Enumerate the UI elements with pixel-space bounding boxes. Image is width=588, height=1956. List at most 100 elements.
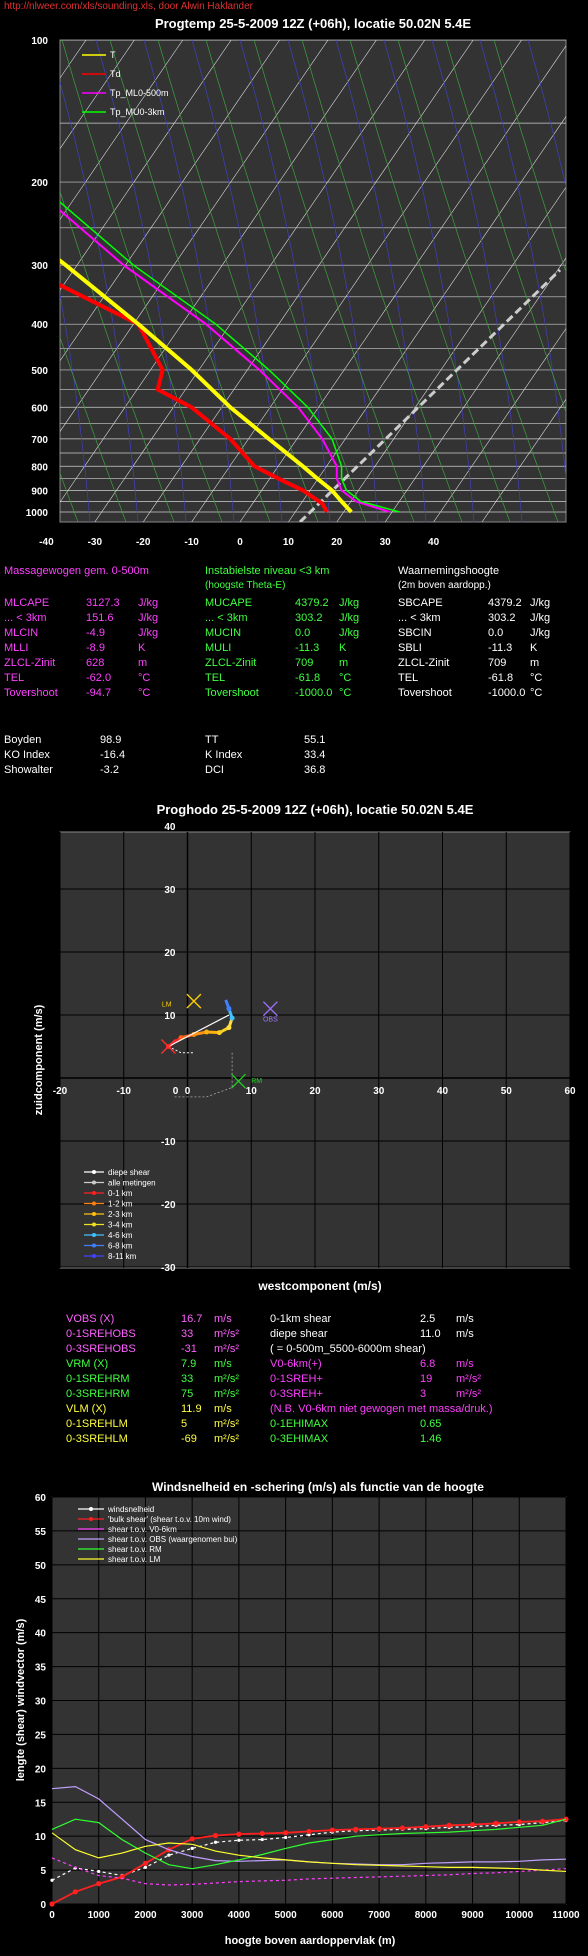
index-row: SBCAPE 4379.2 J/kg bbox=[398, 596, 588, 611]
index-cell: J/kg bbox=[339, 627, 360, 639]
index-cell: 709 bbox=[295, 657, 314, 669]
hodo-param-cell: m²/s² bbox=[214, 1328, 240, 1340]
hodo-param-cell: 19 bbox=[420, 1373, 433, 1385]
rm-label: RM bbox=[251, 1078, 262, 1085]
wind-series-point bbox=[353, 1826, 359, 1832]
hodo-param-cell: m²/s² bbox=[214, 1343, 240, 1355]
index-cell: °C bbox=[530, 687, 543, 699]
temp-tick: 0 bbox=[237, 537, 243, 548]
index-row: ZLCL-Zinit 709 m bbox=[205, 656, 395, 671]
index-cell: Tovershoot bbox=[398, 687, 452, 699]
index-cell: K Index bbox=[205, 749, 243, 761]
hodo-param-row: V0-6km(+) 6.8 m/s bbox=[270, 1357, 580, 1372]
hodo-param-cell: m²/s² bbox=[214, 1373, 240, 1385]
index-cell: TEL bbox=[398, 672, 419, 684]
misc-indices: Boyden 98.9 TT 55.1 KO Index -16.4 K Index 33.4… bbox=[4, 733, 404, 778]
wind-series-point bbox=[236, 1831, 242, 1837]
hodo-param-cell: 0-3SREHRM bbox=[66, 1388, 130, 1400]
wind-series-point bbox=[189, 1836, 195, 1842]
legend-label: Tp_ML0-500m bbox=[110, 88, 169, 98]
hodo-param-cell: m/s bbox=[214, 1358, 232, 1370]
pressure-tick: 700 bbox=[31, 435, 48, 446]
index-cell: -61.8 bbox=[488, 672, 514, 684]
index-cell: °C bbox=[138, 687, 151, 699]
hodo-param-row: diepe shear 11.0 m/s bbox=[270, 1327, 580, 1342]
index-row: ... < 3km 303.2 J/kg bbox=[205, 611, 395, 626]
wind-ytick: 25 bbox=[35, 1730, 47, 1741]
hodo-param-cell: ( = 0-500m_5500-6000m shear) bbox=[270, 1343, 426, 1355]
index-cell: 303.2 bbox=[295, 612, 323, 624]
hodo-xtick: 20 bbox=[309, 1086, 321, 1097]
index-row: ZLCL-Zinit 709 m bbox=[398, 656, 588, 671]
index-cell: 3127.3 bbox=[86, 597, 120, 609]
wind-series-point bbox=[142, 1860, 149, 1866]
wind-series-point bbox=[540, 1818, 546, 1824]
hodo-param-cell: m/s bbox=[456, 1328, 474, 1340]
wind-xtick: 6000 bbox=[321, 1910, 344, 1921]
index-row: MUCIN 0.0 J/kg bbox=[205, 626, 395, 641]
hodo-param-cell: 0-1km shear bbox=[270, 1313, 332, 1325]
index-cell: MLCIN bbox=[4, 627, 39, 639]
index-cell: ZLCL-Zinit bbox=[4, 657, 56, 669]
hodo-legend-label: 4-6 km bbox=[108, 1231, 133, 1240]
hodo-point bbox=[216, 1030, 222, 1036]
wind-series-point bbox=[50, 1878, 54, 1882]
wind-xlabel: hoogte boven aardoppervlak (m) bbox=[225, 1935, 396, 1947]
index-cell: MLCAPE bbox=[4, 597, 50, 609]
index-cell: -3.2 bbox=[100, 764, 119, 776]
hodo-legend-dot bbox=[92, 1233, 96, 1237]
pressure-tick: 600 bbox=[31, 403, 48, 414]
hodo-param-row: 0-3SREHOBS -31 m²/s² bbox=[66, 1342, 266, 1357]
index-cell: -11.3 bbox=[488, 642, 513, 654]
legend-label: Td bbox=[110, 69, 121, 79]
hodo-param-row: VRM (X) 7.9 m/s bbox=[66, 1357, 266, 1372]
wind-series-point bbox=[96, 1881, 102, 1887]
index-row: MLLI -8.9 K bbox=[4, 641, 194, 656]
hodo-param-cell: V0-6km(+) bbox=[270, 1358, 322, 1370]
sb-subheader: (2m boven aardopp.) bbox=[398, 580, 491, 591]
hodo-xtick: 0 bbox=[185, 1086, 191, 1097]
hodo-xtick: 30 bbox=[373, 1086, 385, 1097]
hodo-legend-dot bbox=[92, 1180, 96, 1185]
hodo-param-cell: 0-3SREHLM bbox=[66, 1433, 128, 1445]
index-row: SBCIN 0.0 J/kg bbox=[398, 626, 588, 641]
hodo-param-row: 0-3SREH+ 3 m²/s² bbox=[270, 1387, 580, 1402]
wind-xtick: 2000 bbox=[134, 1910, 157, 1921]
index-row: MUCAPE 4379.2 J/kg bbox=[205, 596, 395, 611]
index-row: Tovershoot -1000.0 °C bbox=[205, 686, 395, 701]
wind-xtick: 8000 bbox=[415, 1910, 438, 1921]
hodo-legend-label: alle metingen bbox=[108, 1179, 156, 1188]
wind-ytick: 15 bbox=[35, 1798, 47, 1809]
hodo-param-row: 0-3SREHRM 75 m²/s² bbox=[66, 1387, 266, 1402]
hodo-legend-dot bbox=[92, 1201, 96, 1206]
hodo-param-cell: diepe shear bbox=[270, 1328, 328, 1340]
hodo-param-cell: VOBS (X) bbox=[66, 1313, 115, 1325]
index-cell: 98.9 bbox=[100, 734, 122, 746]
wind-ytick: 10 bbox=[35, 1832, 47, 1843]
index-cell: 709 bbox=[488, 657, 507, 669]
hodo-legend-dot bbox=[92, 1222, 96, 1227]
index-cell: J/kg bbox=[530, 597, 551, 609]
wind-series-point bbox=[283, 1830, 289, 1836]
hodo-param-cell: (N.B. V0-6km niet gewogen met massa/druk… bbox=[270, 1403, 493, 1415]
index-cell: °C bbox=[530, 672, 543, 684]
index-cell: °C bbox=[138, 672, 151, 684]
hodo-legend-label: 2-3 km bbox=[108, 1210, 133, 1219]
hodograph-ylabel: zuidcomponent (m/s) bbox=[33, 1004, 45, 1115]
hodo-param-cell: VRM (X) bbox=[66, 1358, 109, 1370]
hodo-param-row: VLM (X) 11.9 m/s bbox=[66, 1402, 266, 1417]
wind-legend-label: shear t.o.v. RM bbox=[108, 1545, 162, 1554]
hodo-param-cell: 33 bbox=[181, 1373, 194, 1385]
pressure-tick: 900 bbox=[31, 486, 48, 497]
wind-series-point bbox=[329, 1827, 335, 1833]
dry-adiabat bbox=[0, 40, 30, 522]
ml-header: Massagewogen gem. 0-500m bbox=[4, 565, 149, 577]
hodo-ytick: -30 bbox=[161, 1263, 176, 1274]
index-cell: J/kg bbox=[339, 597, 360, 609]
hodo-param-cell: 0-1SREHLM bbox=[66, 1418, 128, 1430]
index-cell: -11.3 bbox=[295, 642, 320, 654]
index-row: TEL -61.8 °C bbox=[398, 671, 588, 686]
wind-ytick: 20 bbox=[35, 1764, 47, 1775]
wind-xtick: 11000 bbox=[552, 1910, 580, 1921]
legend-label: Tp_MU0-3km bbox=[110, 107, 165, 117]
